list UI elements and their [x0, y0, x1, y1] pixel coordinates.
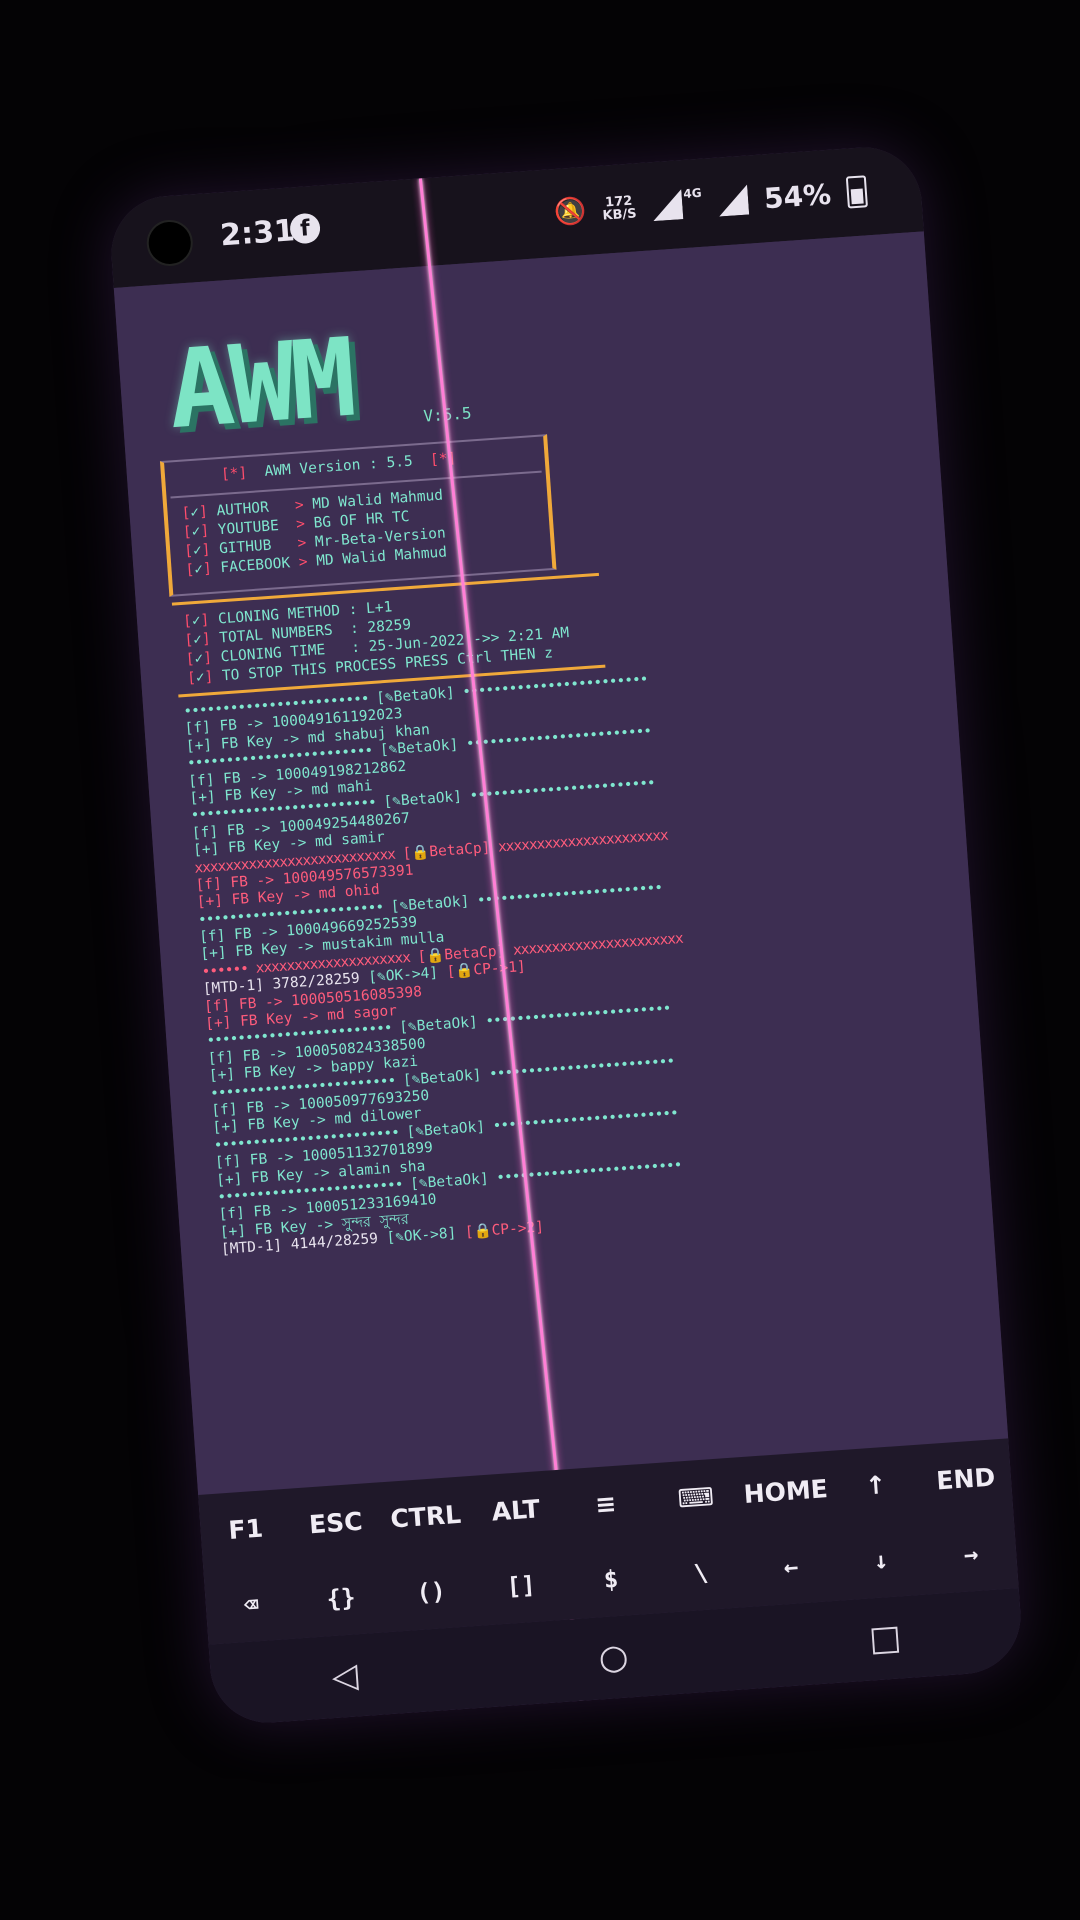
net-speed: 172 KB/S	[602, 193, 638, 224]
menu-icon[interactable]: ≡	[558, 1464, 653, 1545]
ok-count: [✎OK->8]	[386, 1225, 457, 1247]
arrow-left-icon[interactable]: ←	[743, 1526, 838, 1607]
home-icon[interactable]: ○	[597, 1636, 629, 1678]
mute-icon: 🔕	[552, 195, 588, 229]
key-home[interactable]: HOME	[738, 1451, 833, 1532]
recents-icon[interactable]: □	[868, 1617, 903, 1659]
status-time: 2:31	[219, 213, 297, 254]
front-camera	[145, 218, 195, 268]
back-icon[interactable]: ◁	[330, 1655, 359, 1697]
key-f1[interactable]: F1	[198, 1489, 293, 1570]
network-type: 4G	[682, 185, 703, 201]
backspace-icon[interactable]: ⌫	[203, 1564, 298, 1645]
signal-icon	[653, 189, 684, 222]
arrow-right-icon[interactable]: →	[923, 1513, 1018, 1594]
key-esc[interactable]: ESC	[288, 1482, 383, 1563]
arrow-down-icon[interactable]: ↓	[833, 1519, 928, 1600]
awm-logo: AWM	[164, 315, 357, 454]
info-box: [*] AWM Version : 5.5 [*] [✓] AUTHOR > M…	[159, 434, 557, 597]
key-end[interactable]: END	[918, 1438, 1013, 1519]
key-brackets[interactable]: []	[473, 1545, 568, 1626]
signal-icon-2	[719, 184, 750, 217]
star-tag: [*]	[220, 465, 248, 483]
keyboard-icon[interactable]: ⌨	[648, 1457, 743, 1538]
key-dollar[interactable]: $	[563, 1538, 658, 1619]
key-parens[interactable]: ()	[383, 1551, 478, 1632]
cloning-info: [✓] CLONING METHOD : L+1 [✓] TOTAL NUMBE…	[183, 587, 572, 690]
clone-log: •••••••••••••••••••••••• [✎BetaOk] •••••…	[183, 660, 860, 1260]
battery-icon	[845, 175, 868, 209]
version-text: AWM Version : 5.5	[264, 453, 414, 480]
arrow-up-icon[interactable]: ↑	[828, 1445, 923, 1526]
star-tag: [*]	[429, 450, 457, 469]
author-rows: [✓] AUTHOR > MD Walid Mahmud [✓] YOUTUBE…	[181, 488, 448, 582]
key-alt[interactable]: ALT	[468, 1470, 563, 1551]
battery-percent: 54%	[762, 177, 833, 215]
key-ctrl[interactable]: CTRL	[378, 1476, 473, 1557]
ok-count: [✎OK->4]	[367, 965, 439, 987]
key-backslash[interactable]: \	[653, 1532, 748, 1613]
phone-screen: 2:31 f 🔕 172 KB/S 4G 54% AWM V:5.5 [*] A…	[107, 143, 1025, 1727]
terminal-output[interactable]: AWM V:5.5 [*] AWM Version : 5.5 [*] [✓] …	[113, 231, 1009, 1496]
status-indicators: 🔕 172 KB/S 4G 54%	[553, 171, 869, 233]
key-braces[interactable]: {}	[293, 1557, 388, 1638]
